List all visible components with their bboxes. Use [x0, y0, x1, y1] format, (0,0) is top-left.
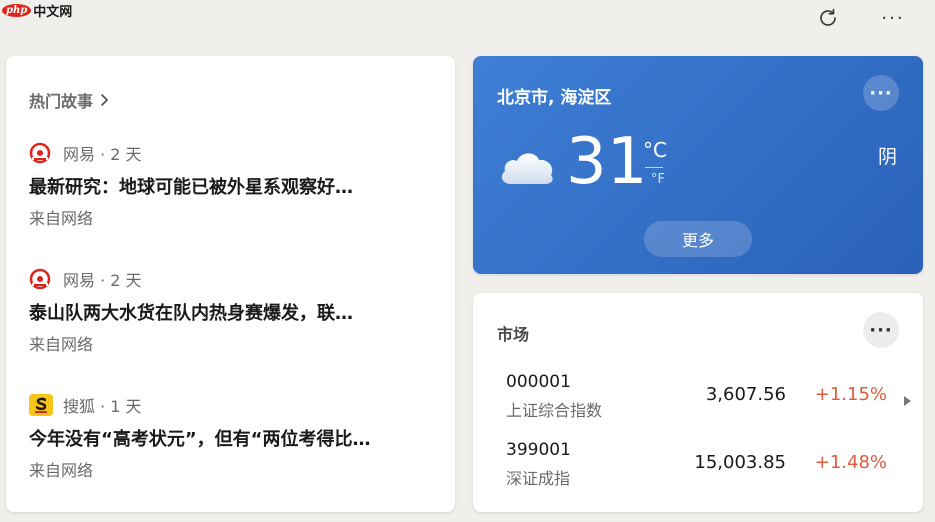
netease-icon	[29, 142, 55, 164]
php-cn-logo: php 中文网	[2, 0, 72, 20]
news-headline[interactable]: 泰山队两大水货在队内热身赛爆发，联…	[29, 299, 419, 325]
logo-text: 中文网	[33, 4, 73, 20]
news-item[interactable]: 搜狐 · 1 天 今年没有“高考状元”，但有“两位考得比… 来自网络	[29, 394, 429, 481]
celsius-toggle[interactable]: °C	[643, 138, 667, 162]
chevron-right-icon	[101, 94, 108, 106]
cloudy-icon	[501, 153, 553, 184]
weather-temperature: 31	[566, 125, 648, 199]
index-change: +1.48%	[814, 452, 887, 473]
market-title: 市场	[497, 325, 530, 344]
index-code: 399001	[506, 440, 571, 460]
index-value: 15,003.85	[694, 452, 786, 473]
more-options-button[interactable]: ···	[878, 4, 908, 32]
logo-badge: php	[2, 3, 32, 17]
weather-card[interactable]: 北京市, 海淀区 ··· 31 °C °F 阴 更多	[473, 56, 923, 274]
news-origin: 来自网络	[29, 461, 94, 480]
news-origin: 来自网络	[29, 335, 94, 354]
top-stories-header[interactable]: 热门故事	[29, 88, 109, 112]
netease-icon	[29, 268, 55, 290]
top-stories-card: 热门故事 网易 · 2 天 最新研究：地球可能已被外星系观察好… 来自网络 网易…	[6, 56, 455, 512]
index-code: 000001	[506, 372, 571, 392]
index-value: 3,607.56	[705, 384, 786, 405]
refresh-button[interactable]	[813, 4, 843, 32]
market-row[interactable]: 000001 上证综合指数 3,607.56 +1.15%	[506, 372, 896, 420]
index-name: 深证成指	[506, 469, 571, 488]
refresh-icon	[820, 8, 836, 26]
news-item[interactable]: 网易 · 2 天 最新研究：地球可能已被外星系观察好… 来自网络	[29, 142, 429, 229]
fahrenheit-toggle[interactable]: °F	[651, 172, 665, 187]
news-source: 搜狐 · 1 天	[63, 397, 142, 416]
sohu-icon	[29, 394, 55, 416]
news-source: 网易 · 2 天	[63, 145, 142, 164]
index-change: +1.15%	[814, 384, 887, 405]
news-item[interactable]: 网易 · 2 天 泰山队两大水货在队内热身赛爆发，联… 来自网络	[29, 268, 429, 355]
market-row[interactable]: 399001 深证成指 15,003.85 +1.48%	[506, 440, 896, 488]
news-headline[interactable]: 今年没有“高考状元”，但有“两位考得比…	[29, 425, 419, 451]
weather-condition: 阴	[877, 146, 897, 168]
top-stories-title: 热门故事	[29, 92, 94, 111]
weather-location: 北京市, 海淀区	[497, 88, 612, 108]
weather-more-button[interactable]: ···	[863, 75, 899, 111]
market-card: 市场 ··· 000001 上证综合指数 3,607.56 +1.15% 399…	[473, 293, 923, 512]
market-more-button[interactable]: ···	[863, 312, 899, 348]
index-name: 上证综合指数	[506, 401, 603, 420]
news-origin: 来自网络	[29, 209, 94, 228]
weather-details-button[interactable]: 更多	[644, 221, 752, 257]
play-arrow-icon[interactable]	[904, 396, 911, 406]
unit-divider	[645, 167, 663, 168]
news-source: 网易 · 2 天	[63, 271, 142, 290]
news-headline[interactable]: 最新研究：地球可能已被外星系观察好…	[29, 173, 419, 199]
